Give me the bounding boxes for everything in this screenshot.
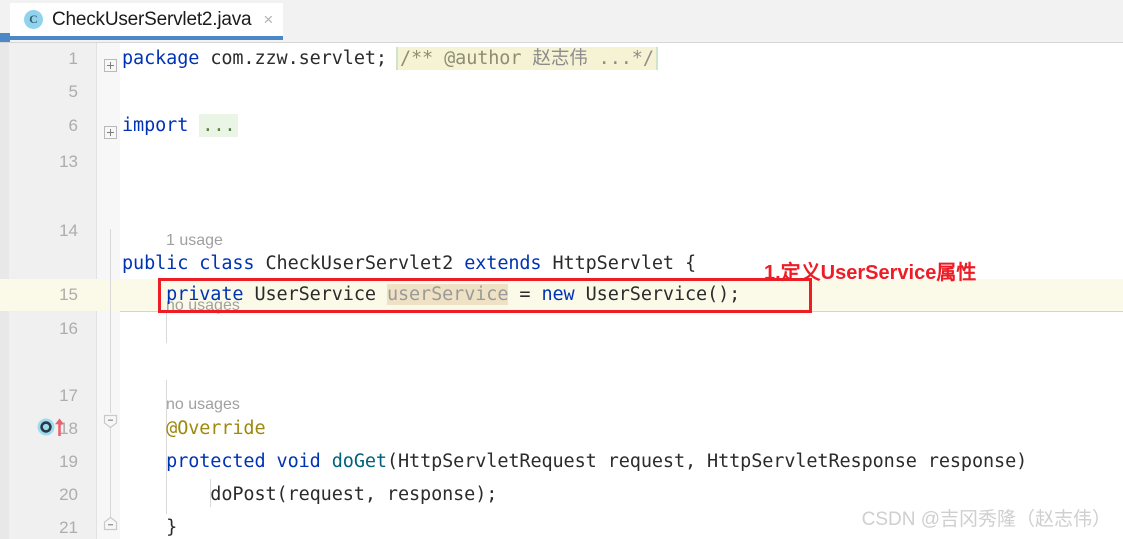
java-class-icon: C bbox=[24, 10, 43, 29]
token-params: (HttpServletRequest request, HttpServlet… bbox=[386, 451, 1039, 472]
code-line-20[interactable]: } bbox=[122, 512, 177, 539]
idea-editor-window: C CheckUserServlet2.java × 1 5 6 13 14 1… bbox=[0, 0, 1123, 539]
line-number: 13 bbox=[59, 152, 78, 171]
fold-guide-line-class bbox=[110, 229, 111, 413]
code-line-19[interactable]: doPost(request, response); bbox=[122, 479, 497, 511]
folded-imports[interactable]: ... bbox=[199, 114, 239, 137]
line-separator-rule bbox=[120, 311, 1123, 312]
token-keyword: package bbox=[122, 48, 200, 69]
editor-tab-bar: C CheckUserServlet2.java × bbox=[0, 0, 1123, 43]
token-operator: = bbox=[508, 284, 542, 305]
token-keyword: new bbox=[541, 284, 575, 305]
token-javadoc-author: 赵志伟 ...*/ bbox=[532, 48, 654, 69]
close-icon[interactable]: × bbox=[263, 11, 273, 28]
line-number: 5 bbox=[68, 82, 78, 101]
fold-expand-icon-import[interactable] bbox=[104, 126, 117, 139]
token-field-name: userService bbox=[386, 284, 509, 305]
annotation-note-text: 1.定义UserService属性 bbox=[764, 262, 977, 284]
editor-tab-label: CheckUserServlet2.java bbox=[52, 8, 252, 30]
token-annotation: @Override bbox=[166, 418, 266, 439]
csdn-watermark: CSDN @吉冈秀隆（赵志伟） bbox=[861, 509, 1111, 530]
line-number: 15 bbox=[59, 285, 78, 304]
folded-javadoc[interactable]: /** @author 赵志伟 ...*/ bbox=[397, 47, 656, 70]
code-line-14[interactable]: public class CheckUserServlet2 extends H… bbox=[122, 248, 696, 280]
code-line-1[interactable]: package com.zzw.servlet; /** @author 赵志伟… bbox=[122, 43, 656, 75]
editor-tab-checkuserservlet2[interactable]: C CheckUserServlet2.java × bbox=[10, 3, 284, 40]
line-number: 17 bbox=[59, 386, 78, 405]
fold-collapse-icon-class-end[interactable] bbox=[103, 516, 118, 531]
fold-collapse-icon-method[interactable] bbox=[103, 414, 118, 429]
line-number: 20 bbox=[59, 485, 78, 504]
token-keyword: public class bbox=[122, 253, 255, 274]
code-editor[interactable]: 1 5 6 13 14 15 16 17 18 19 20 21 1 usage… bbox=[0, 43, 1123, 539]
token-keyword: import bbox=[122, 115, 189, 136]
fold-guide-line-method-body bbox=[110, 428, 111, 518]
token-javadoc: /** @author bbox=[399, 48, 533, 69]
token-method-name: doGet bbox=[331, 451, 387, 472]
token-keyword: private bbox=[166, 284, 244, 305]
token-keyword: protected void bbox=[166, 451, 321, 472]
tab-active-edge bbox=[0, 33, 10, 42]
token-type: UserService bbox=[243, 284, 387, 305]
code-line-18[interactable]: protected void doGet(HttpServletRequest … bbox=[122, 446, 1038, 478]
token-plain: com.zzw.servlet; bbox=[199, 48, 398, 69]
line-number: 21 bbox=[59, 518, 78, 537]
token-statement: doPost(request, response); bbox=[122, 484, 498, 505]
token-class-name: CheckUserServlet2 bbox=[254, 253, 465, 274]
fold-expand-icon-package[interactable] bbox=[104, 59, 117, 72]
code-line-15[interactable]: private UserService userService = new Us… bbox=[122, 279, 740, 311]
token-keyword: extends bbox=[464, 253, 542, 274]
token-constructor: UserService(); bbox=[574, 284, 741, 305]
line-number: 6 bbox=[68, 116, 78, 135]
token-superclass: HttpServlet { bbox=[541, 253, 697, 274]
code-line-17[interactable]: @Override bbox=[122, 413, 266, 445]
override-method-icon[interactable] bbox=[37, 416, 71, 438]
line-number: 19 bbox=[59, 452, 78, 471]
token-brace: } bbox=[122, 517, 178, 538]
code-line-6[interactable]: import ... bbox=[122, 110, 239, 142]
line-number: 14 bbox=[59, 221, 78, 240]
line-number: 16 bbox=[59, 319, 78, 338]
line-number: 1 bbox=[68, 49, 78, 68]
